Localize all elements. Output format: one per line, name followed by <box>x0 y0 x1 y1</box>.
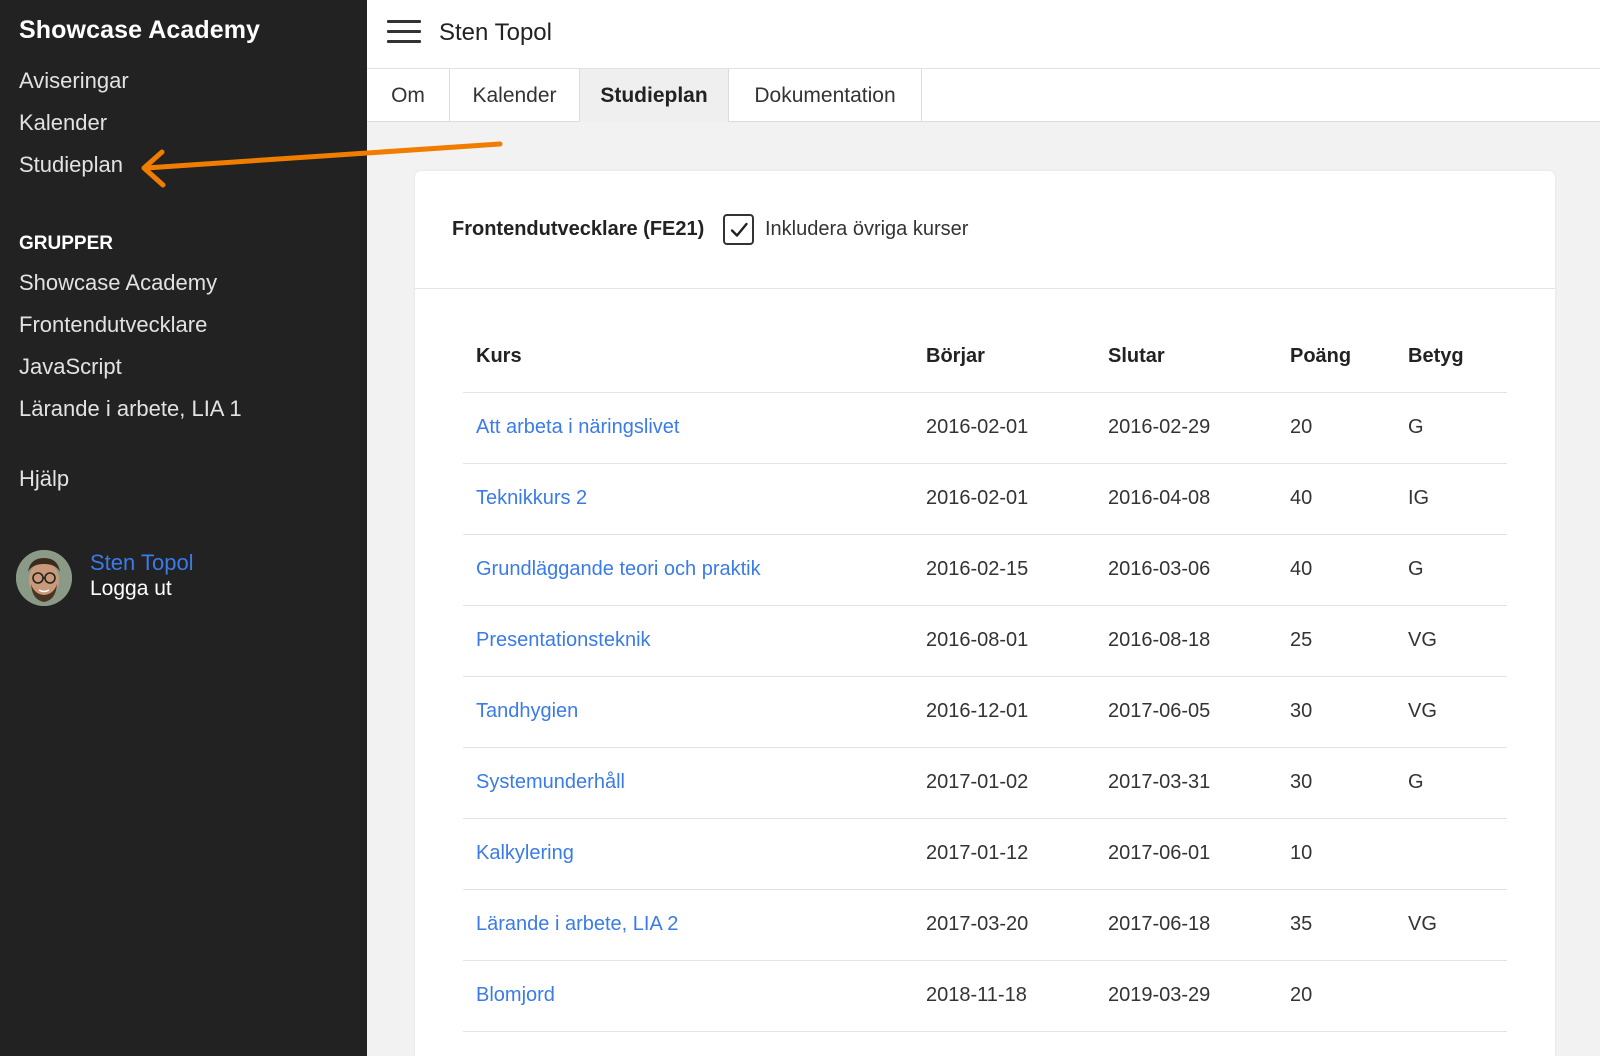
brand-title[interactable]: Showcase Academy <box>19 16 260 45</box>
table-header-row: Kurs Börjar Slutar Poäng Betyg <box>463 322 1507 393</box>
sidebar: Showcase Academy Aviseringar Kalender St… <box>0 0 367 1056</box>
tab-label: Kalender <box>472 83 557 107</box>
table-row: Teknikkurs 2 2016-02-01 2016-04-08 40 IG <box>463 463 1507 535</box>
tab-label: Om <box>391 83 425 107</box>
grade: G <box>1395 534 1507 606</box>
end-date: 2016-03-06 <box>1095 534 1277 606</box>
user-name-link[interactable]: Sten Topol <box>90 550 194 576</box>
sidebar-item-aviseringar[interactable]: Aviseringar <box>19 68 129 94</box>
start-date: 2017-01-12 <box>913 818 1095 890</box>
grade: G <box>1395 392 1507 464</box>
points: 35 <box>1277 889 1395 961</box>
grade: VG <box>1395 605 1507 677</box>
tab-kalender[interactable]: Kalender <box>450 69 580 122</box>
tab-label: Studieplan <box>600 83 708 107</box>
course-link[interactable]: Systemunderhåll <box>463 747 913 819</box>
table-row: Tandhygien 2016-12-01 2017-06-05 30 VG <box>463 676 1507 748</box>
grade <box>1395 960 1507 1032</box>
top-bar: Sten Topol <box>367 0 1600 69</box>
sidebar-group-frontendutvecklare[interactable]: Frontendutvecklare <box>19 312 207 338</box>
start-date: 2017-03-20 <box>913 889 1095 961</box>
points: 25 <box>1277 605 1395 677</box>
tab-om[interactable]: Om <box>367 69 450 122</box>
start-date: 2018-11-18 <box>913 960 1095 1032</box>
course-link[interactable]: Teknikkurs 2 <box>463 463 913 535</box>
course-link[interactable]: Kalkylering <box>463 818 913 890</box>
end-date: 2016-02-29 <box>1095 392 1277 464</box>
column-header: Kurs <box>463 322 913 393</box>
course-link[interactable]: Blomjord <box>463 960 913 1032</box>
course-link[interactable]: Att arbeta i näringslivet <box>463 392 913 464</box>
table-row: Blomjord 2018-11-18 2019-03-29 20 <box>463 960 1507 1032</box>
end-date: 2016-08-18 <box>1095 605 1277 677</box>
points: 10 <box>1277 818 1395 890</box>
column-header: Börjar <box>913 322 1095 393</box>
tab-label: Dokumentation <box>754 83 896 107</box>
table-row: Systemunderhåll 2017-01-02 2017-03-31 30… <box>463 747 1507 819</box>
end-date: 2017-03-31 <box>1095 747 1277 819</box>
tab-studieplan[interactable]: Studieplan <box>580 69 729 122</box>
logout-link[interactable]: Logga ut <box>90 577 172 601</box>
hamburger-icon[interactable] <box>387 20 421 44</box>
course-link[interactable]: Presentationsteknik <box>463 605 913 677</box>
grade <box>1395 818 1507 890</box>
end-date: 2019-03-29 <box>1095 960 1277 1032</box>
checkmark-icon <box>730 222 748 237</box>
tab-bar: Om Kalender Studieplan Dokumentation <box>367 69 1600 122</box>
include-other-checkbox[interactable] <box>723 214 754 245</box>
page-title: Sten Topol <box>439 19 552 46</box>
points: 30 <box>1277 676 1395 748</box>
table-row: Att arbeta i näringslivet 2016-02-01 201… <box>463 392 1507 464</box>
card-header: Frontendutvecklare (FE21) Inkludera övri… <box>415 171 1555 289</box>
grade: G <box>1395 747 1507 819</box>
end-date: 2017-06-05 <box>1095 676 1277 748</box>
table-row: Lärande i arbete, LIA 2 2017-03-20 2017-… <box>463 889 1507 961</box>
end-date: 2016-04-08 <box>1095 463 1277 535</box>
grade: VG <box>1395 676 1507 748</box>
sidebar-item-studieplan[interactable]: Studieplan <box>19 152 123 178</box>
sidebar-group-lia1[interactable]: Lärande i arbete, LIA 1 <box>19 396 242 422</box>
start-date: 2016-12-01 <box>913 676 1095 748</box>
sidebar-group-javascript[interactable]: JavaScript <box>19 354 122 380</box>
course-link[interactable]: Lärande i arbete, LIA 2 <box>463 889 913 961</box>
groups-heading: GRUPPER <box>19 233 113 254</box>
start-date: 2016-08-01 <box>913 605 1095 677</box>
start-date: 2017-01-02 <box>913 747 1095 819</box>
include-other-label[interactable]: Inkludera övriga kurser <box>765 218 968 241</box>
start-date: 2016-02-01 <box>913 392 1095 464</box>
points: 20 <box>1277 960 1395 1032</box>
table-row: Kalkylering 2017-01-12 2017-06-01 10 <box>463 818 1507 890</box>
course-link[interactable]: Tandhygien <box>463 676 913 748</box>
points: 40 <box>1277 534 1395 606</box>
sidebar-group-showcase-academy[interactable]: Showcase Academy <box>19 270 217 296</box>
tab-dokumentation[interactable]: Dokumentation <box>729 69 922 122</box>
study-plan-card: Frontendutvecklare (FE21) Inkludera övri… <box>415 171 1555 1056</box>
column-header: Slutar <box>1095 322 1277 393</box>
sidebar-item-kalender[interactable]: Kalender <box>19 110 107 136</box>
course-link[interactable]: Grundläggande teori och praktik <box>463 534 913 606</box>
sidebar-item-help[interactable]: Hjälp <box>19 466 69 492</box>
table-row: Presentationsteknik 2016-08-01 2016-08-1… <box>463 605 1507 677</box>
avatar[interactable] <box>16 550 72 606</box>
table-row: Grundläggande teori och praktik 2016-02-… <box>463 534 1507 606</box>
column-header: Poäng <box>1277 322 1395 393</box>
start-date: 2016-02-01 <box>913 463 1095 535</box>
points: 20 <box>1277 392 1395 464</box>
program-name: Frontendutvecklare (FE21) <box>452 218 705 240</box>
end-date: 2017-06-01 <box>1095 818 1277 890</box>
start-date: 2016-02-15 <box>913 534 1095 606</box>
end-date: 2017-06-18 <box>1095 889 1277 961</box>
grade: VG <box>1395 889 1507 961</box>
points: 40 <box>1277 463 1395 535</box>
grade: IG <box>1395 463 1507 535</box>
column-header: Betyg <box>1395 322 1507 393</box>
course-table: Kurs Börjar Slutar Poäng Betyg Att arbet… <box>463 322 1507 1032</box>
points: 30 <box>1277 747 1395 819</box>
